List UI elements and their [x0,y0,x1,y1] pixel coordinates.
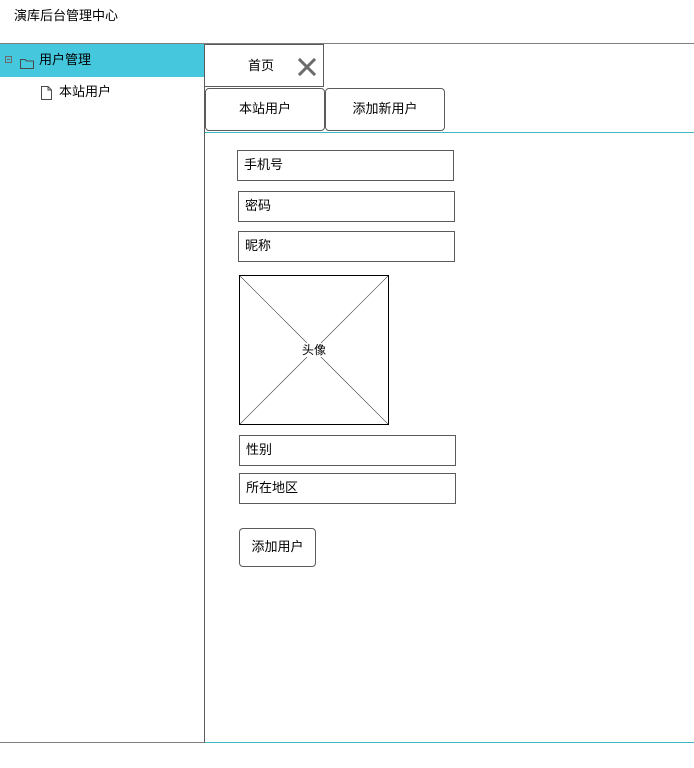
tab-label: 首页 [248,59,275,74]
subtab-site-users[interactable]: 本站用户 [205,88,325,131]
sidebar-item-site-users[interactable]: 本站用户 [0,81,204,105]
content-bottom-rule [205,742,694,743]
content-left-border [204,44,205,743]
subtab-add-new-user[interactable]: 添加新用户 [325,88,445,131]
file-icon [41,85,52,104]
collapse-icon[interactable] [5,56,12,63]
avatar-label: 头像 [299,343,328,357]
region-field[interactable]: 所在地区 [239,473,456,504]
sidebar-item-label: 本站用户 [59,85,112,100]
sidebar-bottom-rule [0,742,205,743]
add-user-button[interactable]: 添加用户 [239,528,316,567]
phone-field[interactable]: 手机号 [237,150,454,181]
content-divider [205,132,694,133]
folder-icon [20,54,34,73]
sidebar-group-label: 用户管理 [39,53,92,68]
app: 演库后台管理中心 用户管理 本站用户 首页 本站用户 添加新用户 手机号 密码 … [0,0,694,768]
sidebar-group-user-management[interactable]: 用户管理 [0,44,204,77]
tab-home[interactable]: 首页 [205,44,324,87]
close-icon[interactable] [297,57,317,77]
password-field[interactable]: 密码 [238,191,455,222]
avatar-upload[interactable]: 头像 [239,275,389,425]
sidebar: 用户管理 本站用户 [0,44,205,742]
nickname-field[interactable]: 昵称 [238,231,455,262]
app-title: 演库后台管理中心 [14,9,119,24]
gender-field[interactable]: 性别 [239,435,456,466]
